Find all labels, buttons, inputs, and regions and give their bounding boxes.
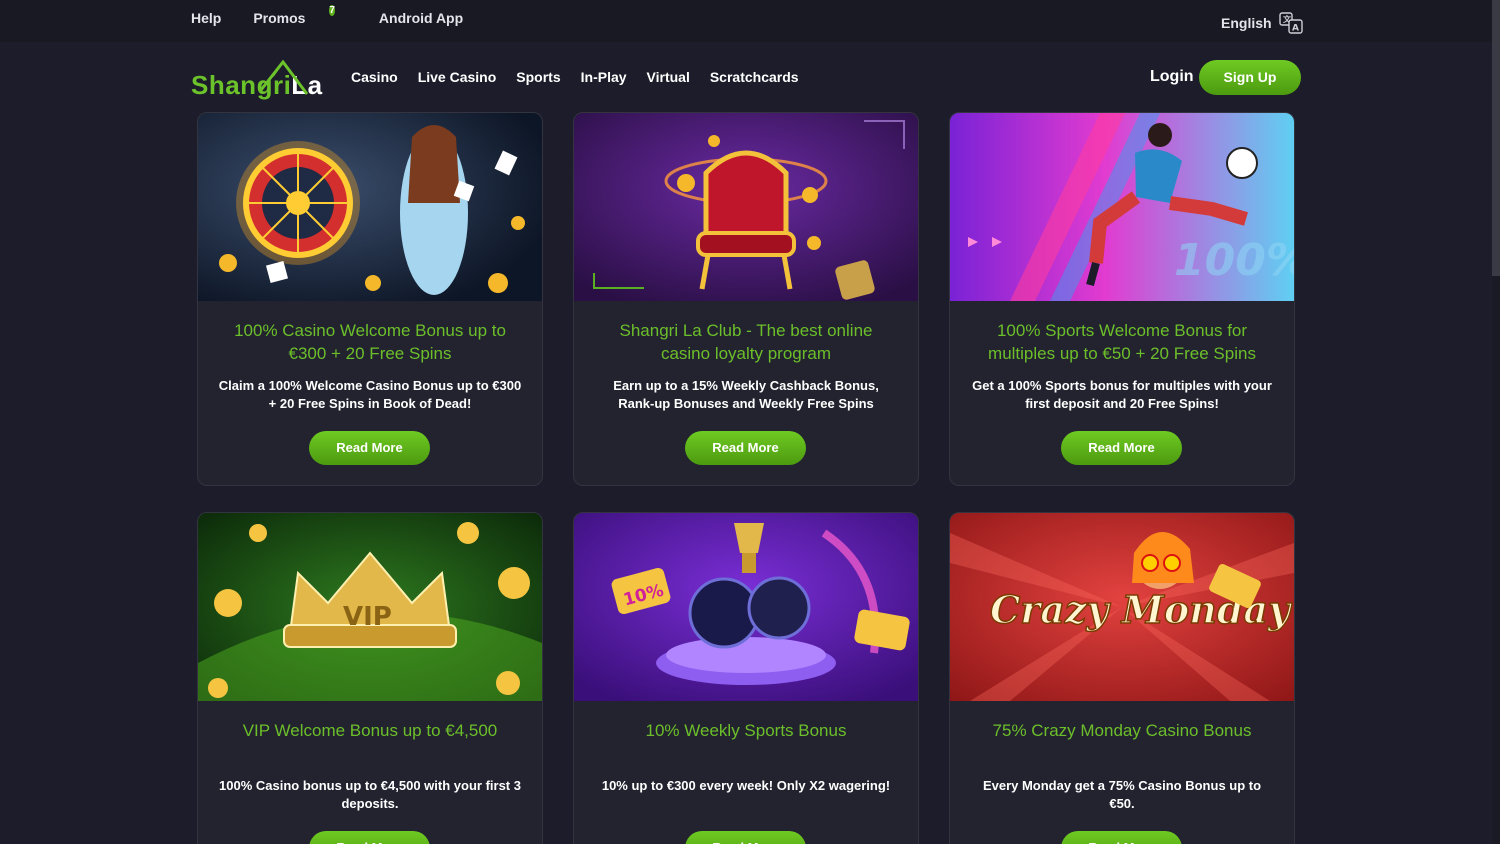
- promo-title: VIP Welcome Bonus up to €4,500: [242, 721, 498, 740]
- nav-sports[interactable]: Sports: [516, 69, 560, 85]
- promos-label: Promos: [253, 10, 306, 26]
- mountain-logo-icon: [259, 60, 309, 95]
- language-label: English: [1221, 15, 1272, 31]
- svg-text:A: A: [1292, 24, 1299, 34]
- language-selector[interactable]: English 文 A: [1221, 10, 1304, 36]
- promo-title: 10% Weekly Sports Bonus: [645, 721, 847, 740]
- promo-image-sports-welcome: 100%: [950, 113, 1294, 301]
- read-more-button[interactable]: Read More: [685, 831, 806, 844]
- promo-card-loyalty: Shangri La Club - The best online casino…: [573, 112, 919, 486]
- promo-title: Shangri La Club - The best online casino…: [619, 321, 873, 363]
- read-more-button[interactable]: Read More: [1061, 431, 1182, 465]
- promo-image-loyalty: [574, 113, 918, 301]
- shangrila-logo[interactable]: ShangriLa: [191, 60, 331, 102]
- promos-count-badge: 7: [329, 5, 335, 16]
- top-links: Help Promos 7 Android App: [191, 5, 495, 29]
- translate-icon: 文 A: [1278, 12, 1303, 34]
- promo-card-crazy-monday: Crazy Monday 75% Crazy Monday Casino Bon…: [949, 512, 1295, 844]
- top-bar: Help Promos 7 Android App English 文 A: [0, 0, 1492, 42]
- page-scrollbar-thumb[interactable]: [1492, 0, 1500, 276]
- promo-image-weekly-sports: 10%: [574, 513, 918, 701]
- promo-card-casino-welcome: 100% Casino Welcome Bonus up to €300 + 2…: [197, 112, 543, 486]
- login-button[interactable]: Login: [1150, 68, 1194, 86]
- promo-card-vip: VIP VIP Welcome Bonus up to €4,500 100% …: [197, 512, 543, 844]
- read-more-button[interactable]: Read More: [309, 431, 430, 465]
- nav-scratchcards[interactable]: Scratchcards: [710, 69, 799, 85]
- read-more-button[interactable]: Read More: [1061, 831, 1182, 844]
- nav-live-casino[interactable]: Live Casino: [418, 69, 497, 85]
- promo-image-casino-welcome: [198, 113, 542, 301]
- promo-description: Earn up to a 15% Weekly Cashback Bonus, …: [613, 378, 879, 411]
- read-more-button[interactable]: Read More: [685, 431, 806, 465]
- promo-title: 100% Sports Welcome Bonus for multiples …: [988, 321, 1256, 363]
- promo-description: Get a 100% Sports bonus for multiples wi…: [972, 378, 1272, 411]
- promo-image-vip: VIP: [198, 513, 542, 701]
- signup-button[interactable]: Sign Up: [1199, 60, 1301, 95]
- help-link[interactable]: Help: [191, 10, 221, 29]
- main-nav-menu: Casino Live Casino Sports In-Play Virtua…: [351, 69, 819, 85]
- promos-link[interactable]: Promos 7: [253, 5, 347, 29]
- promo-title: 100% Casino Welcome Bonus up to €300 + 2…: [234, 321, 506, 363]
- promo-card-sports-welcome: 100% 100% Sports Welcome Bonus for multi…: [949, 112, 1295, 486]
- promo-description: Every Monday get a 75% Casino Bonus up t…: [982, 778, 1262, 811]
- promo-card-weekly-sports: 10% 10% Weekly Sports Bonus 10% up to €3…: [573, 512, 919, 844]
- promo-description: Claim a 100% Welcome Casino Bonus up to …: [218, 378, 522, 411]
- main-navbar: ShangriLa Casino Live Casino Sports In-P…: [0, 42, 1492, 112]
- android-app-link[interactable]: Android App: [379, 10, 463, 29]
- nav-in-play[interactable]: In-Play: [581, 69, 627, 85]
- promo-description: 10% up to €300 every week! Only X2 wager…: [601, 778, 891, 793]
- nav-casino[interactable]: Casino: [351, 69, 398, 85]
- promo-description: 100% Casino bonus up to €4,500 with your…: [219, 778, 521, 811]
- nav-virtual[interactable]: Virtual: [647, 69, 690, 85]
- promo-image-text: VIP: [343, 602, 392, 632]
- promo-image-crazy-monday: Crazy Monday: [950, 513, 1294, 701]
- read-more-button[interactable]: Read More: [309, 831, 430, 844]
- promo-title: 75% Crazy Monday Casino Bonus: [992, 721, 1252, 740]
- promo-image-text: 100%: [1174, 235, 1294, 286]
